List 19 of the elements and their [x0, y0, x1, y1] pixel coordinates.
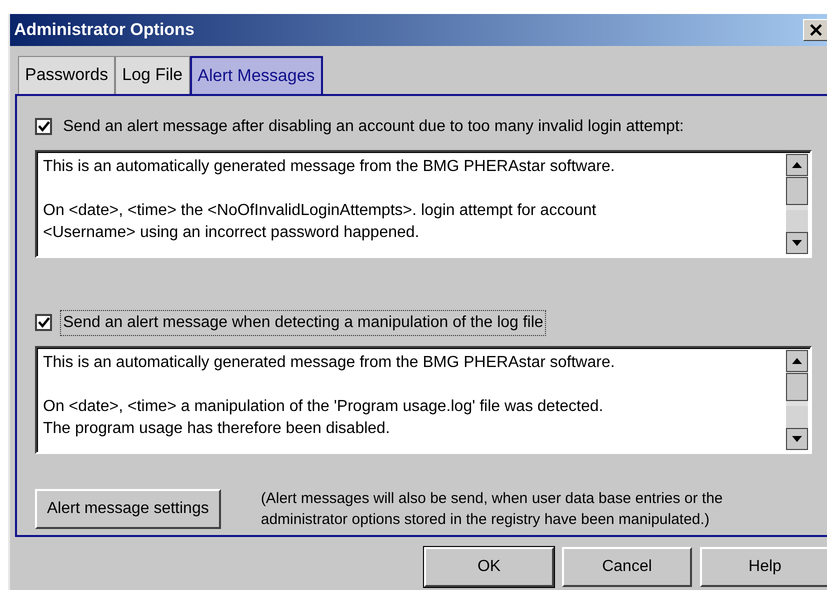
checkbox[interactable] [35, 118, 52, 135]
tab[interactable]: Log File [115, 56, 190, 94]
note-text: (Alert messages will also be send, when user data base entries or the administrator options stored in the registry have been manipulated.) [260, 488, 724, 530]
dialog-button[interactable]: OK [424, 546, 554, 586]
scrollbar[interactable] [786, 350, 808, 450]
close-button[interactable] [803, 19, 827, 41]
checkbox-label[interactable]: Send an alert message after disabling an account due to too many invalid login attempt: [60, 114, 687, 140]
dialog-button[interactable]: Help [700, 546, 827, 586]
close-icon [809, 24, 823, 36]
checkbox[interactable] [35, 314, 52, 331]
scrollbar[interactable] [786, 154, 808, 254]
message-field[interactable]: This is an automatically generated message from the BMG PHERAstar software. On <date>, <time> a manipulation of the 'Program usage.log' file was detected. The program usage has therefore been disabled. [35, 346, 812, 454]
window-title: Administrator Options [14, 19, 194, 42]
settings-button[interactable]: Alert message settings [35, 488, 221, 528]
dialog-button[interactable]: Cancel [562, 546, 692, 586]
tab[interactable]: Alert Messages [190, 56, 323, 94]
checkbox-label[interactable]: Send an alert message when detecting a manipulation of the log file [60, 310, 546, 336]
tab[interactable]: Passwords [18, 56, 116, 94]
message-field[interactable]: This is an automatically generated message from the BMG PHERAstar software. On <date>, <time> the <NoOfInvalidLoginAttempts>. login attempt for account <Username> using an incorrect password happened. [35, 150, 812, 258]
